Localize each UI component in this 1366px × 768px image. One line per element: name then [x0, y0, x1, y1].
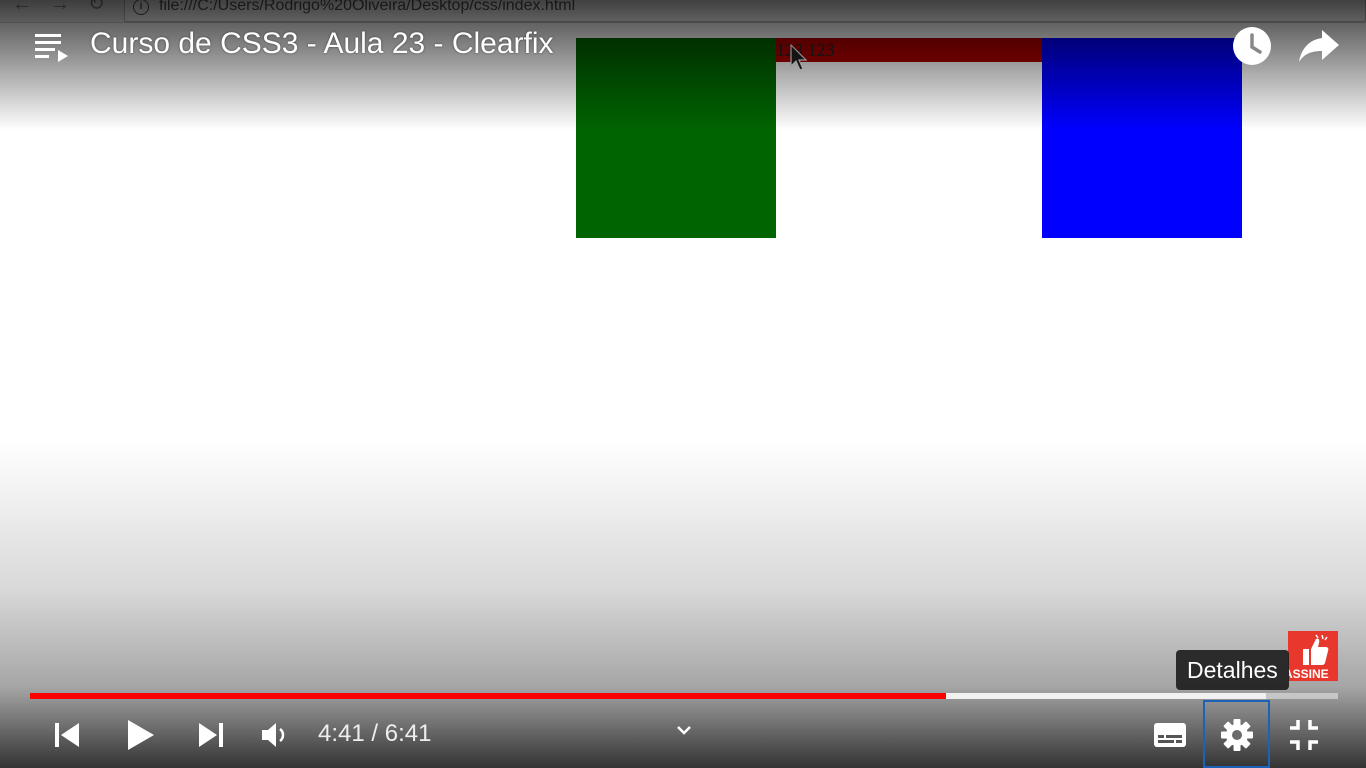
gear-icon [1221, 719, 1253, 751]
subscribe-watermark[interactable]: ASSINE [1288, 631, 1338, 681]
skip-previous-icon [55, 723, 79, 747]
red-box: 123 123 [776, 38, 1042, 62]
settings-tooltip: Detalhes [1176, 650, 1289, 690]
progress-played [30, 693, 946, 699]
clock-icon [1233, 27, 1271, 65]
exit-fullscreen-button[interactable] [1284, 714, 1324, 756]
skip-next-icon [199, 723, 223, 747]
volume-button[interactable] [258, 716, 292, 754]
subscribe-label: ASSINE [1288, 667, 1329, 681]
video-title[interactable]: Curso de CSS3 - Aula 23 - Clearfix [90, 27, 554, 61]
forward-arrow-icon[interactable]: → [50, 0, 70, 14]
previous-button[interactable] [48, 714, 86, 756]
volume-icon [262, 723, 285, 747]
chapters-expand-button[interactable] [672, 718, 696, 742]
blue-box [1042, 38, 1242, 238]
time-duration: 6:41 [384, 720, 432, 747]
thumbs-up-icon [1303, 634, 1329, 665]
back-arrow-icon[interactable]: ← [12, 0, 32, 14]
address-bar-url: file:///C:/Users/Rodrigo%20Oliveira/Desk… [159, 0, 576, 14]
time-separator: / [371, 720, 379, 747]
mouse-cursor-icon [790, 44, 808, 71]
subtitles-icon [1154, 723, 1186, 747]
time-current: 4:41 [318, 720, 365, 747]
watch-later-button[interactable] [1230, 24, 1274, 68]
chevron-down-icon [677, 726, 691, 735]
settings-button[interactable] [1203, 700, 1270, 768]
reload-icon[interactable]: ↻ [88, 0, 105, 14]
time-display: 4:41 / 6:41 [318, 720, 431, 748]
exit-fullscreen-icon [1290, 720, 1318, 750]
play-icon [128, 720, 154, 750]
play-button[interactable] [120, 714, 160, 756]
playlist-button[interactable] [30, 26, 70, 66]
playlist-icon [35, 34, 68, 62]
address-bar[interactable]: i file:///C:/Users/Rodrigo%20Oliveira/De… [124, 0, 1366, 22]
progress-bar[interactable] [30, 693, 1338, 699]
info-icon[interactable]: i [133, 0, 149, 15]
next-button[interactable] [192, 714, 230, 756]
share-button[interactable] [1296, 24, 1342, 68]
green-box [576, 38, 776, 238]
browser-toolbar: ← → ↻ i file:///C:/Users/Rodrigo%20Olive… [0, 0, 1366, 23]
subtitles-button[interactable] [1148, 714, 1192, 756]
share-icon [1299, 30, 1339, 62]
